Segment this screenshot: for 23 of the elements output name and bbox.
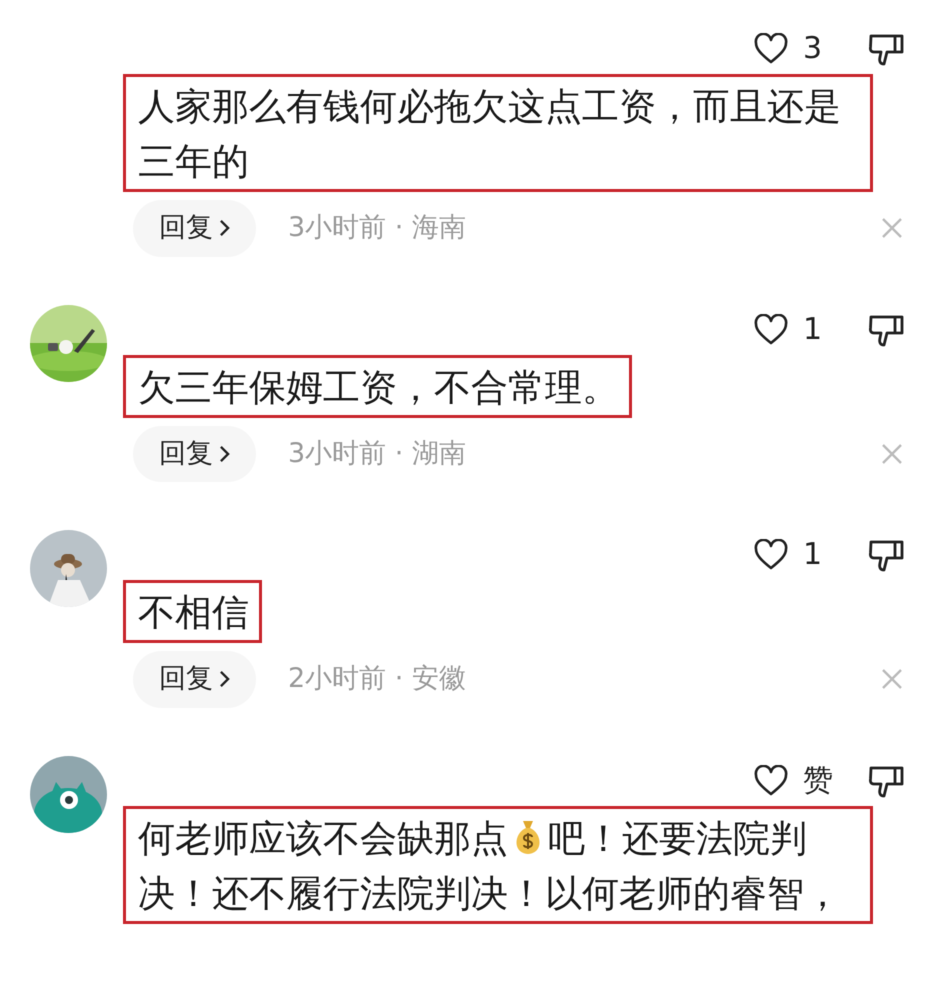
like-count: 1 xyxy=(802,314,824,344)
heart-icon[interactable] xyxy=(753,764,789,796)
heart-icon[interactable] xyxy=(753,539,789,571)
comment-text: 欠三年保姆工资，不合常理。 xyxy=(138,366,619,408)
reply-button[interactable]: 回复 xyxy=(133,200,256,256)
reply-button[interactable]: 回复 xyxy=(133,651,256,708)
chevron-icon xyxy=(219,219,230,238)
comment-text: 不相信 xyxy=(138,591,249,634)
chevron-icon xyxy=(219,670,230,688)
comment-text: 决！还不履行法院判决！以何老师的睿智， xyxy=(138,870,841,916)
comment-time: 3小时前 · 海南 xyxy=(288,211,466,245)
chevron-icon xyxy=(219,444,230,463)
heart-icon[interactable] xyxy=(753,314,789,346)
comment-text: 人家那么有钱何必拖欠这点工资，而且还是三年的 xyxy=(138,85,841,183)
comment-time: 2小时前 · 安徽 xyxy=(288,662,466,696)
heart-icon[interactable] xyxy=(753,33,789,65)
reply-button[interactable]: 回复 xyxy=(133,426,256,482)
like-count: 赞 xyxy=(802,766,834,796)
comment-text: 何老师应该不会缺那点 xyxy=(138,816,508,862)
comment-text: 吧！还要法院判 xyxy=(548,816,807,862)
like-count: 1 xyxy=(802,540,824,570)
comment-time: 3小时前 · 湖南 xyxy=(288,436,466,470)
like-count: 3 xyxy=(802,34,824,64)
